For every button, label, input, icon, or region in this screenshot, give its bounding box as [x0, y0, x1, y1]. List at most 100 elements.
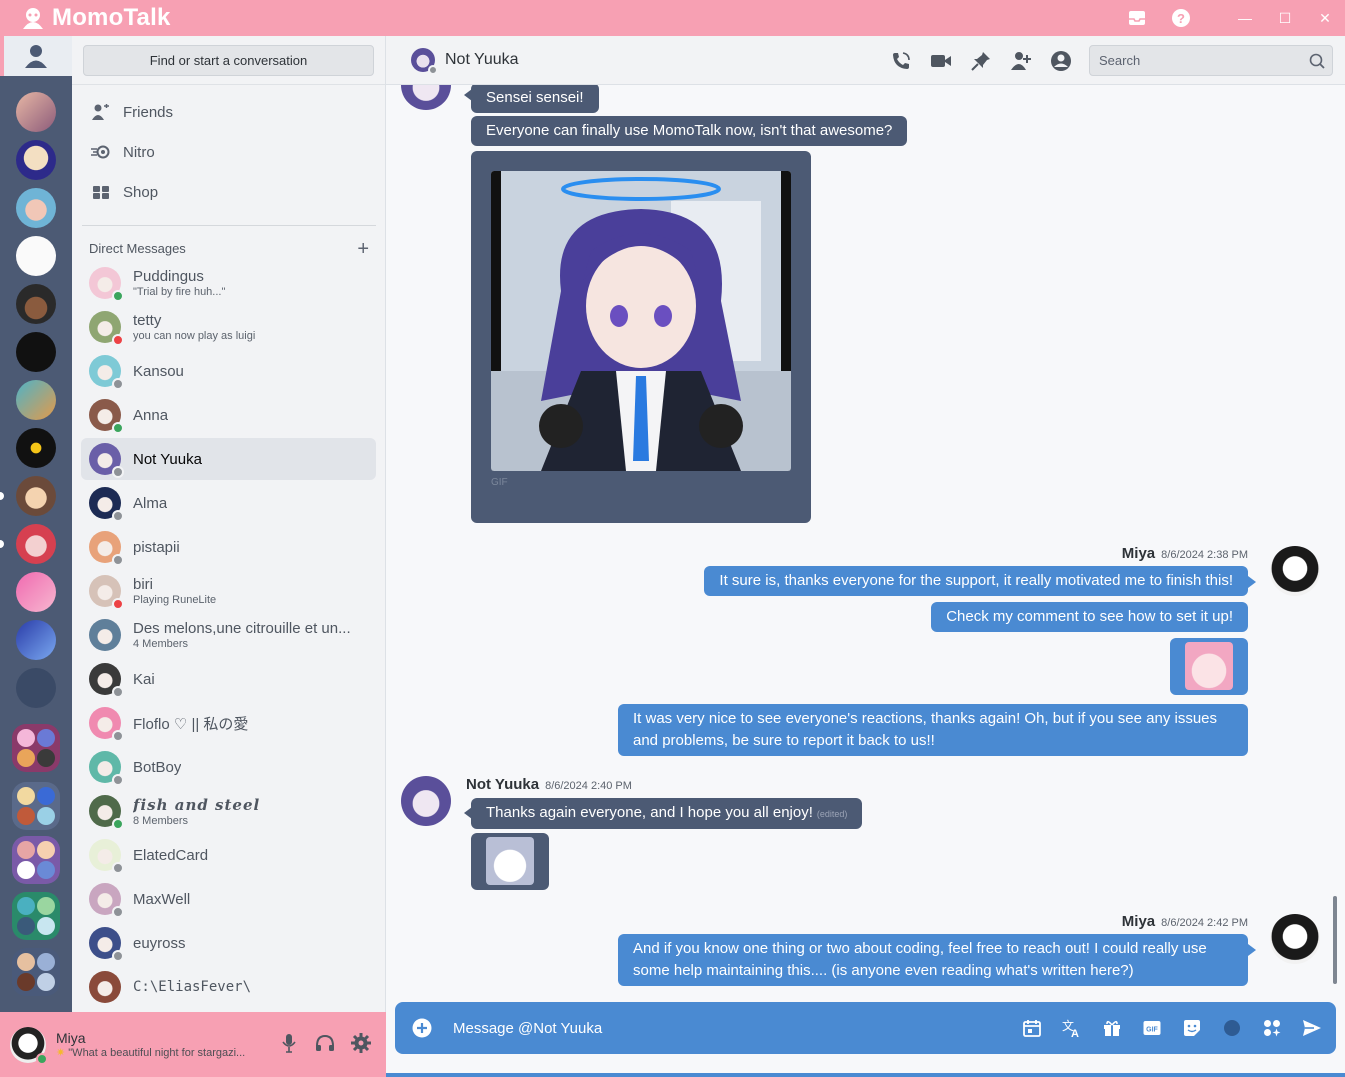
gift-icon[interactable] — [1102, 1016, 1122, 1040]
server-icon[interactable] — [16, 668, 56, 708]
home-button[interactable] — [0, 36, 72, 76]
dm-item[interactable]: tetty you can now play as luigi — [81, 306, 376, 348]
gif-picker-icon[interactable]: GIF — [1142, 1016, 1162, 1040]
close-window-button[interactable]: ✕ — [1305, 0, 1345, 36]
microphone-icon[interactable] — [278, 1032, 300, 1054]
dm-subtitle: you can now play as luigi — [133, 330, 256, 342]
search-input[interactable]: Search — [1089, 45, 1333, 76]
sticker-message[interactable] — [1170, 638, 1248, 695]
message-bubble[interactable]: Check my comment to see how to set it up… — [931, 602, 1248, 632]
server-icon[interactable] — [16, 140, 56, 180]
message-bubble[interactable]: Sensei sensei! — [471, 85, 599, 113]
settings-gear-icon[interactable] — [350, 1032, 372, 1054]
message-author[interactable]: Miya — [1122, 913, 1155, 930]
dm-item[interactable]: MaxWell — [81, 878, 376, 920]
server-folder[interactable] — [12, 724, 60, 772]
headphones-icon[interactable] — [314, 1032, 336, 1054]
message-avatar-not-yuuka[interactable] — [401, 776, 451, 826]
server-icon[interactable] — [16, 428, 56, 468]
message-composer[interactable]: Message @Not Yuuka 文A GIF — [395, 1002, 1336, 1054]
dm-item[interactable]: euyross — [81, 922, 376, 964]
dm-subtitle: Playing RuneLite — [133, 594, 217, 606]
message-bubble[interactable]: Everyone can finally use MomoTalk now, i… — [471, 116, 908, 146]
dm-name: MaxWell — [133, 890, 191, 908]
send-icon[interactable] — [1302, 1016, 1322, 1040]
server-icon[interactable] — [16, 620, 56, 660]
server-icon[interactable] — [16, 332, 56, 372]
divider — [72, 84, 385, 85]
sticker-message[interactable] — [471, 833, 549, 890]
dm-item[interactable]: Alma — [81, 482, 376, 524]
server-icon[interactable] — [16, 524, 56, 564]
server-icon[interactable] — [16, 380, 56, 420]
character-gif-illustration — [491, 171, 791, 471]
dm-item[interactable]: Kai — [81, 658, 376, 700]
message-input[interactable]: Message @Not Yuuka — [453, 1020, 602, 1037]
dm-name: Puddingus — [133, 268, 204, 285]
dm-item[interactable]: fish and steel 8 Members — [81, 790, 376, 832]
message-bubble[interactable]: And if you know one thing or two about c… — [618, 934, 1248, 986]
dm-name: Not Yuuka — [133, 450, 202, 468]
nav-shop[interactable]: Shop — [81, 175, 377, 209]
inbox-icon[interactable] — [1127, 8, 1147, 28]
message-author[interactable]: Miya — [1122, 545, 1155, 562]
gif-attachment[interactable]: GIF — [471, 151, 811, 523]
nav-friends[interactable]: Friends — [81, 95, 377, 129]
message-scrollbar[interactable] — [1333, 896, 1337, 984]
chat-header: Not Yuuka Search — [386, 36, 1345, 85]
voice-call-icon[interactable] — [889, 49, 913, 73]
dm-item[interactable]: biri Playing RuneLite — [81, 570, 376, 612]
dm-item[interactable]: pistapii — [81, 526, 376, 568]
status-offline-indicator — [112, 730, 124, 742]
translate-icon[interactable]: 文A — [1062, 1016, 1082, 1040]
create-dm-plus-icon[interactable]: + — [357, 239, 369, 259]
user-avatar[interactable] — [10, 1026, 48, 1065]
gif-label: GIF — [491, 477, 508, 488]
help-icon[interactable]: ? — [1171, 8, 1191, 28]
message-bubble[interactable]: It was very nice to see everyone's react… — [618, 704, 1248, 756]
dm-item[interactable]: BotBoy — [81, 746, 376, 788]
dm-item[interactable]: Des melons,une citrouille et un... 4 Memb… — [81, 614, 376, 656]
sticker-picker-icon[interactable] — [1182, 1016, 1202, 1040]
add-friends-to-dm-icon[interactable] — [1009, 49, 1033, 73]
server-icon[interactable] — [16, 572, 56, 612]
momotalk-logo-icon — [23, 8, 43, 29]
unread-pill — [0, 492, 4, 500]
dm-item[interactable]: Not Yuuka — [81, 438, 376, 480]
dm-item[interactable]: ElatedCard — [81, 834, 376, 876]
nav-nitro[interactable]: Nitro — [81, 135, 377, 169]
maximize-button[interactable]: ☐ — [1265, 0, 1305, 36]
server-folder[interactable] — [12, 892, 60, 940]
video-call-icon[interactable] — [929, 49, 953, 73]
message-bubble[interactable]: Thanks again everyone, and I hope you al… — [471, 798, 863, 829]
server-folder[interactable] — [12, 836, 60, 884]
message-bubble[interactable]: It sure is, thanks everyone for the supp… — [704, 566, 1248, 596]
message-author[interactable]: Not Yuuka — [466, 776, 539, 793]
server-icon[interactable] — [16, 476, 56, 516]
server-folder[interactable] — [12, 948, 60, 996]
add-attachment-icon[interactable] — [412, 1018, 432, 1038]
dm-item[interactable]: Floflo ♡ || 私の愛 — [81, 702, 376, 744]
dm-avatar — [89, 487, 124, 522]
message-avatar-not-yuuka[interactable] — [401, 85, 451, 110]
pinned-messages-icon[interactable] — [969, 49, 993, 73]
minimize-button[interactable]: — — [1225, 0, 1265, 36]
find-conversation-button[interactable]: Find or start a conversation — [83, 45, 374, 76]
emoji-picker-icon[interactable] — [1222, 1016, 1242, 1040]
dm-subtitle: 4 Members — [133, 638, 189, 650]
message-avatar-miya[interactable] — [1270, 914, 1320, 964]
server-icon[interactable] — [16, 236, 56, 276]
dm-item[interactable]: Anna — [81, 394, 376, 436]
dm-item[interactable]: C:\EliasFever\ — [81, 966, 376, 1008]
server-icon[interactable] — [16, 188, 56, 228]
server-icon[interactable] — [16, 92, 56, 132]
server-icon[interactable] — [16, 284, 56, 324]
message-avatar-miya[interactable] — [1270, 546, 1320, 596]
gif-image[interactable] — [491, 171, 791, 471]
calendar-icon[interactable] — [1022, 1016, 1042, 1040]
dm-item[interactable]: Puddingus "Trial by fire huh..." — [81, 262, 376, 304]
server-folder[interactable] — [12, 782, 60, 830]
dm-item[interactable]: Kansou — [81, 350, 376, 392]
user-profile-icon[interactable] — [1049, 49, 1073, 73]
apps-icon[interactable] — [1262, 1016, 1282, 1040]
